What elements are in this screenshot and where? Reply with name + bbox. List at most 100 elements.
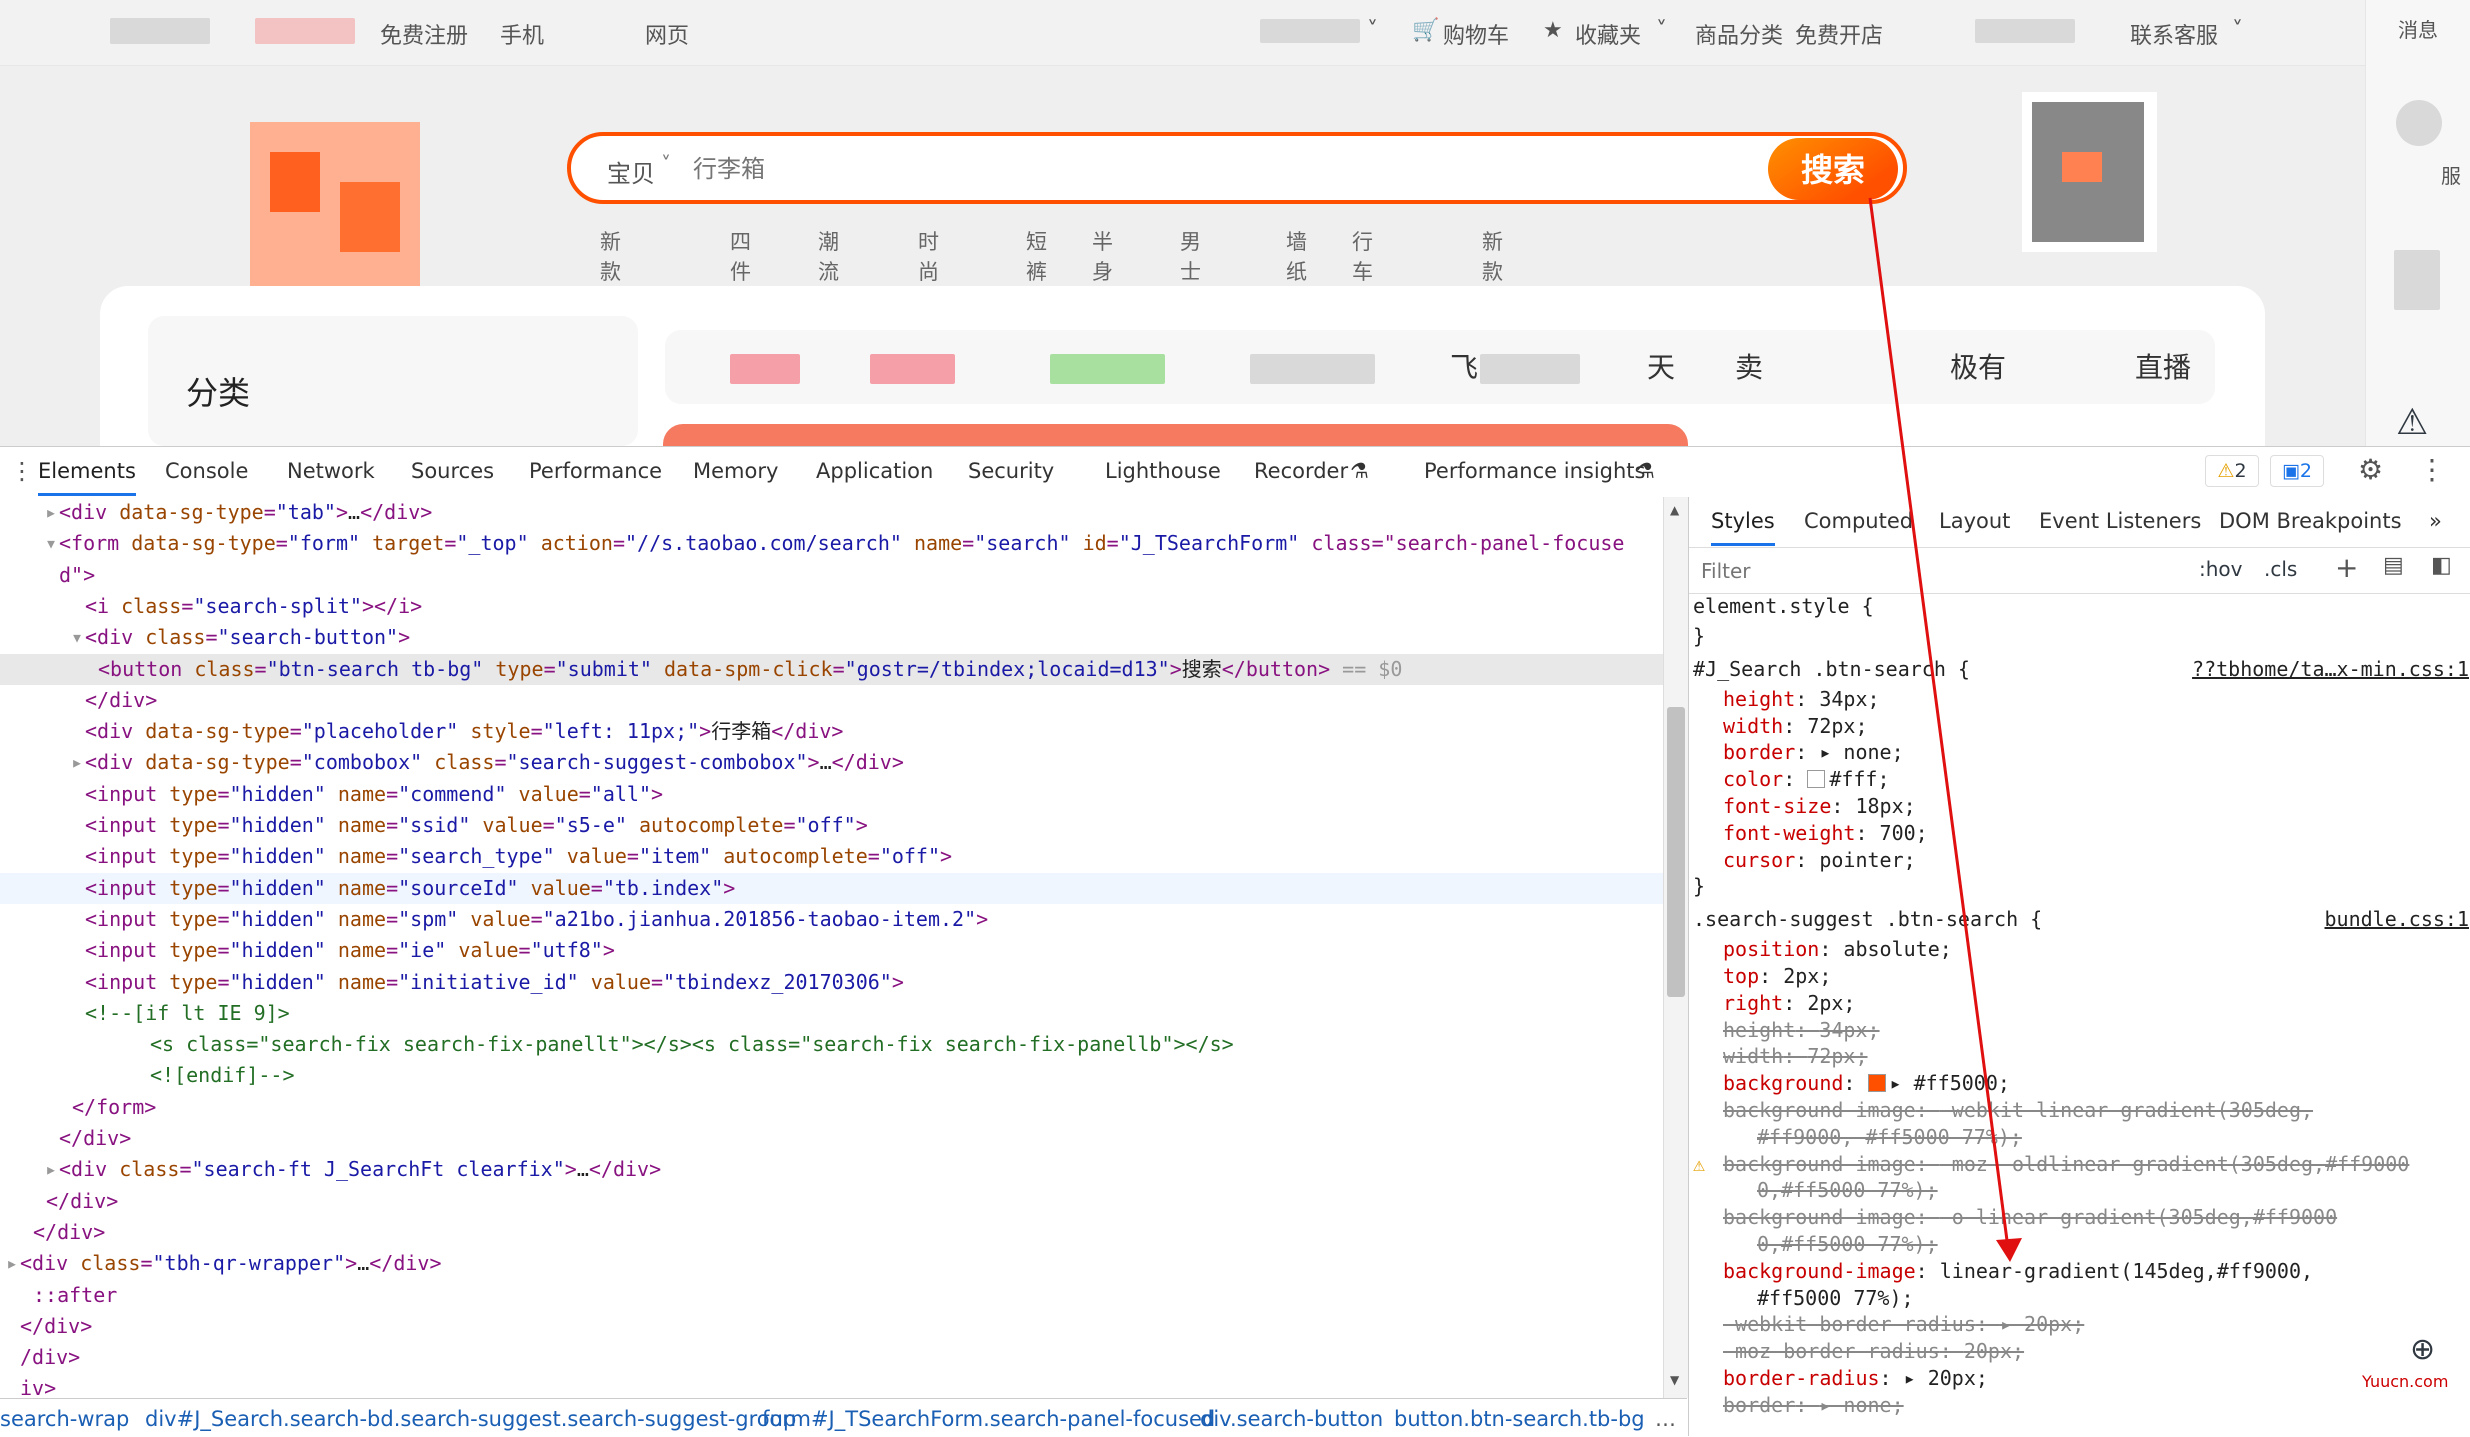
breadcrumb-item[interactable]: search-wrap (0, 1407, 129, 1431)
cart-link[interactable]: 购物车 (1443, 18, 1509, 50)
code-line[interactable]: <input type="hidden" name="spm" value="a… (0, 904, 1663, 935)
add-rule-icon[interactable]: + (2335, 551, 2358, 584)
style-line[interactable]: cursor: pointer; (1689, 847, 2470, 874)
code-line[interactable]: ▸ <div data-sg-type="combobox" class="sea… (0, 747, 1663, 778)
more-icon[interactable]: … (1655, 1407, 1676, 1431)
style-line[interactable]: -webkit-border-radius: ▸ 20px; (1689, 1311, 2470, 1338)
collapse-arrow-icon[interactable]: ▾ (71, 622, 83, 653)
blurred-login[interactable] (110, 18, 210, 44)
hot-keyword[interactable]: 墙纸 (1286, 226, 1307, 286)
tab-performance[interactable]: Performance (529, 459, 662, 483)
service-link[interactable]: 联系客服 (2130, 18, 2218, 50)
code-line[interactable]: </form> (0, 1092, 1663, 1123)
code-line[interactable]: <input type="hidden" name="commend" valu… (0, 779, 1663, 810)
code-line[interactable]: </div> (0, 685, 1663, 716)
tab-network[interactable]: Network (287, 459, 375, 483)
style-line[interactable]: border: ▸ none; (1689, 739, 2470, 766)
style-line[interactable]: 0,#ff5000 77%); (1689, 1231, 2470, 1258)
tab-computed[interactable]: Computed (1804, 509, 1913, 533)
blurred-link[interactable] (1975, 18, 2075, 43)
expand-arrow-icon[interactable]: ▸ (45, 1154, 57, 1185)
style-line[interactable]: font-weight: 700; (1689, 820, 2470, 847)
breadcrumb-item[interactable]: button.btn-search.tb-bg (1394, 1407, 1645, 1431)
code-line[interactable]: <input type="hidden" name="search_type" … (0, 841, 1663, 872)
code-line[interactable]: <s class="search-fix search-fix-panellt"… (0, 1029, 1663, 1060)
code-line[interactable]: <button class="btn-search tb-bg" type="s… (0, 653, 1663, 685)
style-line[interactable]: border: ▸ none; (1689, 1392, 2470, 1419)
style-line[interactable]: background-image: -webkit-linear-gradien… (1689, 1097, 2470, 1124)
tab-elements[interactable]: Elements (38, 459, 136, 496)
code-line[interactable]: ▸ <div data-sg-type="tab">…</div> (0, 497, 1663, 528)
inspect-icon[interactable]: ⋮ (10, 457, 34, 485)
style-line[interactable]: color: #fff; (1689, 766, 2470, 793)
categories-link[interactable]: 商品分类 (1695, 18, 1783, 50)
blurred-channel[interactable] (730, 354, 800, 384)
mobile-link[interactable]: 手机 (500, 18, 544, 50)
style-line[interactable]: font-size: 18px; (1689, 793, 2470, 820)
service-icon[interactable] (2396, 100, 2446, 160)
code-line[interactable]: </div> (0, 1123, 1663, 1154)
expand-arrow-icon[interactable]: ▸ (71, 747, 83, 778)
expand-arrow-icon[interactable]: ▸ (45, 497, 57, 528)
blurred-logo[interactable] (250, 122, 420, 292)
paint-icon[interactable]: ▤ (2383, 553, 2404, 578)
cls-toggle[interactable]: .cls (2264, 557, 2297, 581)
favorites-link[interactable]: 收藏夹 (1575, 18, 1641, 50)
style-line[interactable]: background-image: linear-gradient(145deg… (1689, 1258, 2470, 1285)
blurred-account[interactable]: ˅ (1260, 18, 1378, 43)
color-swatch[interactable] (1807, 770, 1826, 789)
breadcrumb-item[interactable]: form#J_TSearchForm.search-panel-focused (762, 1407, 1215, 1431)
style-line[interactable]: height: 34px; (1689, 1017, 2470, 1044)
tab-layout[interactable]: Layout (1939, 509, 2010, 533)
code-line[interactable]: <div data-sg-type="placeholder" style="l… (0, 716, 1663, 747)
elements-scrollbar[interactable]: ▲ ▼ (1663, 497, 1688, 1398)
hov-toggle[interactable]: :hov (2199, 557, 2243, 581)
channel-jiyou[interactable]: 极有 (1950, 346, 2006, 386)
expand-arrow-icon[interactable]: ▸ (6, 1248, 18, 1279)
rule-source-link[interactable]: bundle.css:1 (2325, 906, 2470, 933)
more-icon[interactable]: ⋮ (2418, 453, 2446, 486)
code-line[interactable]: d"> (0, 560, 1663, 591)
breadcrumb-item[interactable]: div.search-button (1200, 1407, 1383, 1431)
styles-filter-input[interactable] (1699, 555, 2183, 587)
tab-event-listeners[interactable]: Event Listeners (2039, 509, 2201, 533)
style-line[interactable]: background-image: -o-linear-gradient(305… (1689, 1204, 2470, 1231)
code-line[interactable]: ▸ <div class="search-ft J_SearchFt clearf… (0, 1154, 1663, 1185)
code-line[interactable]: iv> (0, 1373, 1663, 1398)
style-line[interactable]: right: 2px; (1689, 990, 2470, 1017)
scroll-down-icon[interactable]: ▼ (1670, 1373, 1679, 1387)
tab-memory[interactable]: Memory (693, 459, 778, 483)
code-line[interactable]: </div> (0, 1217, 1663, 1248)
channel-tian[interactable]: 天 (1647, 346, 1675, 386)
style-line[interactable]: border-radius: ▸ 20px; (1689, 1365, 2470, 1392)
style-line[interactable]: background: ▸ #ff5000; (1689, 1070, 2470, 1097)
tab-styles[interactable]: Styles (1711, 509, 1775, 546)
register-link[interactable]: 免费注册 (380, 18, 468, 50)
scroll-up-icon[interactable]: ▲ (1670, 503, 1679, 517)
search-scope-select[interactable]: 宝贝 (607, 154, 655, 189)
blurred-channel[interactable] (1250, 354, 1375, 384)
channel-mai[interactable]: 卖 (1735, 346, 1763, 386)
code-line[interactable]: <input type="hidden" name="initiative_id… (0, 967, 1663, 998)
code-line[interactable]: ▸ <div class="tbh-qr-wrapper">…</div> (0, 1248, 1663, 1279)
collapse-arrow-icon[interactable]: ▾ (45, 528, 57, 559)
style-line[interactable]: width: 72px; (1689, 1043, 2470, 1070)
messages-label[interactable]: 消息 (2398, 14, 2438, 43)
code-line[interactable]: ▾ <form data-sg-type="form" target="_top"… (0, 528, 1663, 559)
blurred-channel[interactable] (870, 354, 955, 384)
style-line[interactable]: 0,#ff5000 77%); (1689, 1177, 2470, 1204)
tab-recorder[interactable]: Recorder (1254, 459, 1348, 483)
code-line[interactable]: <input type="hidden" name="ssid" value="… (0, 810, 1663, 841)
channel-fei[interactable]: 飞 (1450, 346, 1478, 386)
gear-icon[interactable]: ⚙ (2358, 453, 2383, 486)
channel-live[interactable]: 直播 (2135, 346, 2191, 386)
breadcrumb-item[interactable]: div#J_Search.search-bd.search-suggest.se… (145, 1407, 796, 1431)
hot-keyword[interactable]: 短裤 (1026, 226, 1047, 286)
code-line[interactable]: <i class="search-split"></i> (0, 591, 1663, 622)
style-line[interactable]: element.style { (1689, 593, 2470, 620)
code-line[interactable]: <!--[if lt IE 9]> (0, 998, 1663, 1029)
style-line[interactable]: top: 2px; (1689, 963, 2470, 990)
style-line[interactable]: -moz-border-radius: 20px; (1689, 1338, 2470, 1365)
share-icon[interactable] (2394, 250, 2444, 320)
tab-console[interactable]: Console (165, 459, 248, 483)
